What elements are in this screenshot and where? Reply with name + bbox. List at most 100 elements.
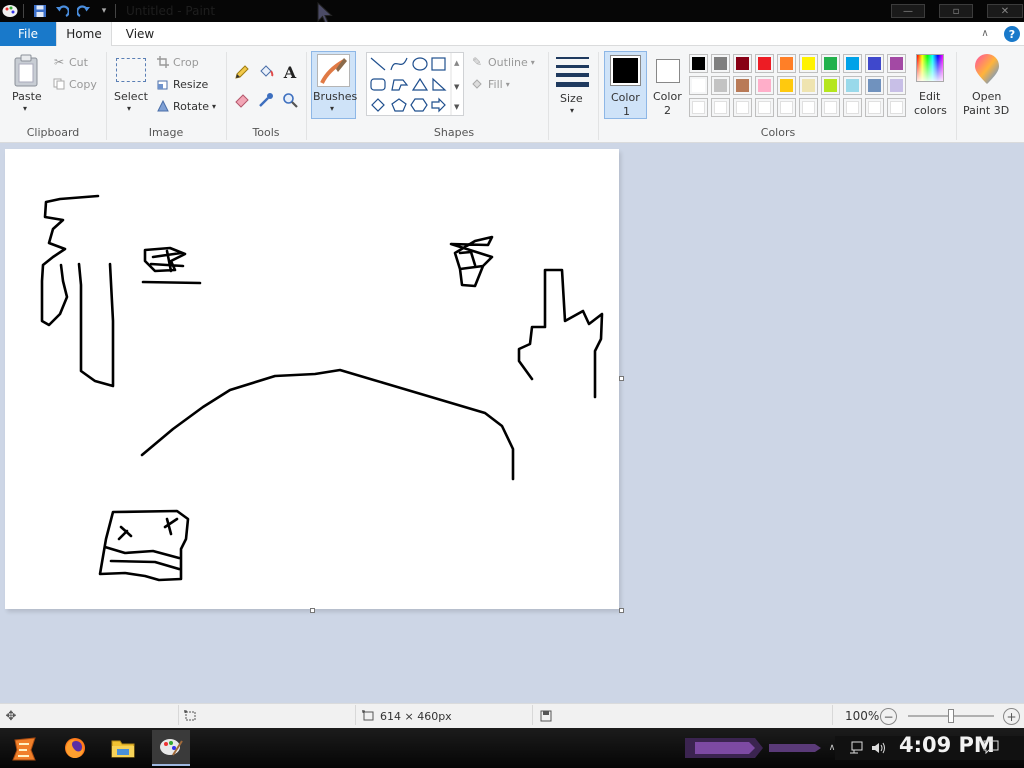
zoom-out-button[interactable]: −	[880, 708, 897, 725]
custom-color-swatch[interactable]	[733, 98, 752, 117]
edit-colors-label-2: colors	[914, 104, 947, 117]
custom-color-swatch[interactable]	[843, 98, 862, 117]
palette-swatch[interactable]	[821, 54, 840, 73]
customize-qat-icon[interactable]: ▾	[96, 3, 112, 19]
undo-icon[interactable]	[54, 3, 70, 19]
crop-label: Crop	[173, 55, 199, 69]
save-icon[interactable]	[32, 3, 48, 19]
collapse-ribbon-icon[interactable]: ∧	[978, 26, 992, 40]
volume-icon[interactable]	[870, 739, 888, 757]
custom-color-swatch[interactable]	[689, 98, 708, 117]
palette-swatch[interactable]	[799, 54, 818, 73]
palette-swatch[interactable]	[689, 54, 708, 73]
redo-icon[interactable]	[76, 3, 92, 19]
stroke-right-eye	[449, 235, 494, 288]
palette-swatch[interactable]	[777, 54, 796, 73]
custom-color-swatch[interactable]	[777, 98, 796, 117]
custom-color-swatch[interactable]	[865, 98, 884, 117]
copy-button[interactable]: Copy	[52, 76, 102, 92]
text-tool-icon[interactable]: A	[281, 62, 299, 82]
palette-swatch[interactable]	[865, 76, 884, 95]
outline-button[interactable]: ✎ Outline ▾	[470, 54, 542, 70]
size-button[interactable]: Size ▾	[553, 52, 593, 118]
resize-handle-corner[interactable]	[619, 608, 624, 613]
palette-swatch[interactable]	[821, 76, 840, 95]
close-button[interactable]: ✕	[987, 4, 1023, 18]
svg-text:▲: ▲	[454, 59, 460, 67]
palette-swatch[interactable]	[843, 76, 862, 95]
start-button[interactable]	[8, 733, 40, 764]
palette-swatch[interactable]	[843, 54, 862, 73]
palette-swatch[interactable]	[755, 54, 774, 73]
notifications-icon[interactable]	[982, 738, 1000, 756]
show-hidden-icons[interactable]: ∧	[826, 741, 838, 755]
group-separator	[306, 52, 307, 140]
rotate-button[interactable]: Rotate ▾	[156, 98, 220, 114]
outline-dropdown-icon: ▾	[530, 57, 535, 67]
crop-button[interactable]: Crop	[156, 54, 216, 70]
firefox-icon[interactable]	[60, 733, 90, 763]
palette-swatch[interactable]	[733, 76, 752, 95]
custom-color-swatch[interactable]	[821, 98, 840, 117]
group-separator	[956, 52, 957, 140]
custom-color-swatch[interactable]	[711, 98, 730, 117]
zoom-slider[interactable]	[908, 709, 994, 723]
resize-handle-bottom[interactable]	[310, 608, 315, 613]
pencil-icon[interactable]	[233, 63, 251, 81]
tab-view[interactable]: View	[112, 22, 168, 46]
color1-button[interactable]: Color 1	[604, 51, 647, 119]
palette-swatch[interactable]	[733, 54, 752, 73]
select-dropdown-icon: ▾	[127, 104, 132, 113]
palette-swatch[interactable]	[865, 54, 884, 73]
open-paint3d-button[interactable]: Open Paint 3D	[960, 52, 1014, 118]
palette-swatch[interactable]	[777, 76, 796, 95]
taskbar-clock[interactable]: 4:09 PM	[899, 733, 995, 757]
rotate-label: Rotate	[173, 99, 210, 113]
resize-handle-right[interactable]	[619, 376, 624, 381]
palette-swatch[interactable]	[755, 76, 774, 95]
fill-dropdown-icon: ▾	[505, 79, 510, 89]
custom-color-swatch[interactable]	[887, 98, 906, 117]
stroke-mouth	[140, 368, 515, 481]
fill-bucket-icon[interactable]	[257, 63, 275, 81]
palette-swatch[interactable]	[711, 54, 730, 73]
help-icon[interactable]: ?	[1004, 26, 1020, 42]
brushes-button[interactable]: Brushes ▾	[311, 51, 357, 119]
custom-color-swatch[interactable]	[755, 98, 774, 117]
edit-colors-label-1: Edit	[919, 90, 941, 103]
paint-taskbar-button[interactable]	[152, 730, 190, 766]
zoom-slider-thumb[interactable]	[948, 709, 954, 723]
color-spectrum-icon	[916, 54, 944, 82]
brush-icon	[317, 54, 350, 87]
tab-file[interactable]: File	[0, 22, 56, 46]
svg-text:▼: ▼	[454, 83, 460, 91]
cut-button[interactable]: ✂ Cut	[52, 54, 102, 70]
edit-colors-button[interactable]: Edit colors	[911, 52, 951, 118]
palette-swatch[interactable]	[689, 76, 708, 95]
outline-pen-icon: ✎	[471, 55, 483, 69]
group-separator	[598, 52, 599, 140]
maximize-button[interactable]: ▫	[939, 4, 973, 18]
copy-label: Copy	[69, 77, 97, 91]
palette-swatch[interactable]	[799, 76, 818, 95]
paste-button[interactable]: Paste ▾	[6, 52, 48, 118]
drawing-canvas[interactable]	[5, 149, 619, 609]
file-explorer-icon[interactable]	[108, 733, 138, 763]
network-icon[interactable]	[847, 739, 865, 757]
palette-swatch[interactable]	[711, 76, 730, 95]
resize-button[interactable]: Resize	[156, 76, 216, 92]
color2-button[interactable]: Color 2	[649, 51, 687, 119]
magnifier-icon[interactable]	[281, 91, 299, 109]
select-button[interactable]: Select ▾	[112, 52, 152, 118]
palette-swatch[interactable]	[887, 54, 906, 73]
zoom-level: 100%	[845, 709, 880, 723]
paint-app-icon[interactable]	[1, 3, 18, 19]
zoom-in-button[interactable]: +	[1003, 708, 1020, 725]
minimize-button[interactable]: —	[891, 4, 925, 18]
fill-button[interactable]: Fill ▾	[470, 76, 542, 92]
palette-swatch[interactable]	[887, 76, 906, 95]
eraser-icon[interactable]	[233, 91, 251, 109]
color-picker-icon[interactable]	[257, 91, 275, 109]
tab-home[interactable]: Home	[56, 22, 112, 46]
custom-color-swatch[interactable]	[799, 98, 818, 117]
